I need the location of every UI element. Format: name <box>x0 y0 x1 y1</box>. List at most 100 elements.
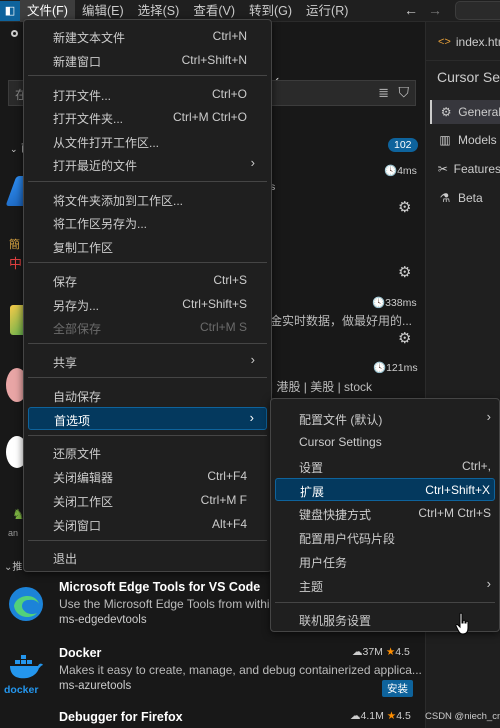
menu-item-profile[interactable]: 配置文件 (默认) › <box>275 407 495 430</box>
chevron-right-icon: › <box>486 409 491 424</box>
menu-separator <box>28 540 267 541</box>
flask-icon: ⚗ <box>439 191 451 205</box>
menu-item-close-workspace[interactable]: 关闭工作区 Ctrl+M F <box>28 489 267 512</box>
extension-description: Use the Microsoft Edge Tools from withi <box>59 597 270 611</box>
extension-logo-text: 中 <box>9 256 23 271</box>
menu-item-settings[interactable]: 设置 Ctrl+, <box>275 455 495 478</box>
install-button[interactable]: 安装 <box>382 680 413 697</box>
sidebar-dot-icon <box>11 30 18 37</box>
gear-icon[interactable]: ⚙ <box>398 329 411 347</box>
chevron-right-icon: › <box>486 576 491 591</box>
count-badge: 102 <box>388 138 418 152</box>
settings-nav-features[interactable]: ✂ Features <box>430 157 500 181</box>
clear-filter-icon[interactable]: ≣ <box>378 85 389 101</box>
menu-item-cursor-settings[interactable]: Cursor Settings <box>275 431 495 454</box>
settings-nav-beta[interactable]: ⚗ Beta <box>430 186 500 210</box>
chevron-right-icon: › <box>250 352 255 367</box>
activation-time: 🕓338ms <box>372 297 417 309</box>
menu-separator <box>28 435 267 436</box>
menu-separator <box>28 343 267 344</box>
extension-logo-text: an <box>8 528 19 538</box>
menu-item-save-all: 全部保存 Ctrl+M S <box>53 320 247 336</box>
menu-item-exit[interactable]: 退出 <box>28 546 267 569</box>
extension-name: Microsoft Edge Tools for VS Code <box>59 580 261 594</box>
extension-name: Docker <box>59 646 102 660</box>
extension-description: Makes it easy to create, manage, and deb… <box>59 663 422 677</box>
models-icon: ▥ <box>439 133 451 147</box>
menu-item-close-window[interactable]: 关闭窗口 Alt+F4 <box>28 513 267 536</box>
star-icon: ★ <box>385 646 396 658</box>
menu-item-new-window[interactable]: 新建窗口 Ctrl+Shift+N <box>28 49 267 72</box>
menu-item-keyboard-shortcuts[interactable]: 键盘快捷方式 Ctrl+M Ctrl+S <box>275 502 495 525</box>
docker-logo-text: docker <box>4 684 39 696</box>
menu-separator <box>28 262 267 263</box>
menu-item-open-workspace[interactable]: 从文件打开工作区... <box>28 130 267 153</box>
menu-item-preferences[interactable]: 首选项 › <box>28 407 267 430</box>
menu-item-share[interactable]: 共享 › <box>28 350 267 373</box>
docker-logo: docker <box>4 650 46 696</box>
menu-item-save-as[interactable]: 另存为... Ctrl+Shift+S <box>28 293 267 316</box>
extension-logo-text: 簡 <box>9 239 20 251</box>
menu-item-save-workspace-as[interactable]: 将工作区另存为... <box>28 211 267 234</box>
menu-item-new-text-file[interactable]: 新建文本文件 Ctrl+N <box>28 25 267 48</box>
menu-item-save[interactable]: 保存 Ctrl+S <box>28 269 267 292</box>
back-arrow-icon[interactable]: ← <box>404 2 418 18</box>
menu-item-add-folder[interactable]: 将文件夹添加到工作区... <box>28 188 267 211</box>
clock-icon: 🕓 <box>384 165 398 177</box>
chevron-right-icon: › <box>249 410 254 425</box>
command-center-search[interactable] <box>455 1 500 20</box>
editor-tab-label: index.htm <box>455 35 500 49</box>
menu-item-duplicate-workspace[interactable]: 复制工作区 <box>28 235 267 258</box>
menu-item-open-folder[interactable]: 打开文件夹... Ctrl+M Ctrl+O <box>28 106 267 129</box>
extension-stats: ☁4.1M ★4.5 <box>350 710 411 722</box>
gear-icon: ⚙ <box>440 105 452 119</box>
edge-logo <box>6 584 46 624</box>
chevron-right-icon: › <box>250 155 255 170</box>
forward-arrow-icon[interactable]: → <box>428 2 442 18</box>
menu-separator <box>275 602 495 603</box>
menu-item-revert-file[interactable]: 还原文件 <box>28 441 267 464</box>
menu-separator <box>28 181 267 182</box>
filter-icon[interactable]: ⛉ <box>399 84 410 101</box>
settings-nav-general[interactable]: ⚙ General <box>430 100 500 124</box>
gear-icon[interactable]: ⚙ <box>398 263 411 281</box>
menu-run[interactable]: 运行(R) <box>299 0 355 22</box>
activation-time: 🕓4ms <box>384 165 417 177</box>
tools-icon: ✂ <box>437 162 448 176</box>
settings-title: Cursor Se <box>437 69 500 85</box>
cloud-download-icon: ☁ <box>352 646 363 658</box>
menu-item-close-editor[interactable]: 关闭编辑器 Ctrl+F4 <box>28 465 267 488</box>
settings-nav-models[interactable]: ▥ Models <box>430 128 500 152</box>
cloud-download-icon: ☁ <box>350 710 361 722</box>
watermark: CSDN @niech_cn <box>425 711 500 722</box>
recommended-section-label: ⌄推 <box>4 562 23 573</box>
menu-item-user-tasks[interactable]: 用户任务 <box>275 550 495 573</box>
clock-icon: 🕓 <box>372 297 386 309</box>
file-menu: 新建文本文件 Ctrl+N 新建窗口 Ctrl+Shift+N 打开文件... Ctr… <box>23 19 272 572</box>
vs-code-icon[interactable]: ◧ <box>0 0 20 21</box>
divider <box>426 60 500 61</box>
extension-item[interactable]: docker Docker ☁37M ★4.5 Makes it easy to… <box>0 642 425 704</box>
clock-icon: 🕓 <box>373 362 387 374</box>
menu-item-auto-save[interactable]: 自动保存 <box>28 384 267 407</box>
preferences-submenu: 配置文件 (默认) › Cursor Settings 设置 Ctrl+, 扩展 Ct… <box>270 398 500 632</box>
star-icon: ★ <box>386 710 397 722</box>
gear-icon[interactable]: ⚙ <box>398 198 411 216</box>
extension-item[interactable]: Debugger for Firefox ☁4.1M ★4.5 <box>0 706 425 728</box>
extension-publisher: ms-edgedevtools <box>59 614 147 626</box>
activation-time: 🕓121ms <box>373 362 418 374</box>
extension-publisher: ms-azuretools <box>59 680 132 692</box>
extension-description: | 港股 | 美股 | stock <box>270 380 373 394</box>
menu-item-extensions[interactable]: 扩展 Ctrl+Shift+X <box>275 478 495 501</box>
hand-cursor-icon <box>455 612 469 635</box>
menu-separator <box>28 377 267 378</box>
extension-name: Debugger for Firefox <box>59 710 183 724</box>
menu-item-user-snippets[interactable]: 配置用户代码片段 <box>275 526 495 549</box>
menu-separator <box>28 75 267 76</box>
menu-item-themes[interactable]: 主题 › <box>275 574 495 597</box>
editor-tab[interactable]: <> index.htm <box>426 30 500 54</box>
extension-description: 金实时数据，做最好用的... <box>270 314 413 328</box>
menu-item-open-file[interactable]: 打开文件... Ctrl+O <box>28 83 267 106</box>
menu-item-open-recent[interactable]: 打开最近的文件 › <box>28 153 267 176</box>
html-file-icon: <> <box>438 36 451 48</box>
